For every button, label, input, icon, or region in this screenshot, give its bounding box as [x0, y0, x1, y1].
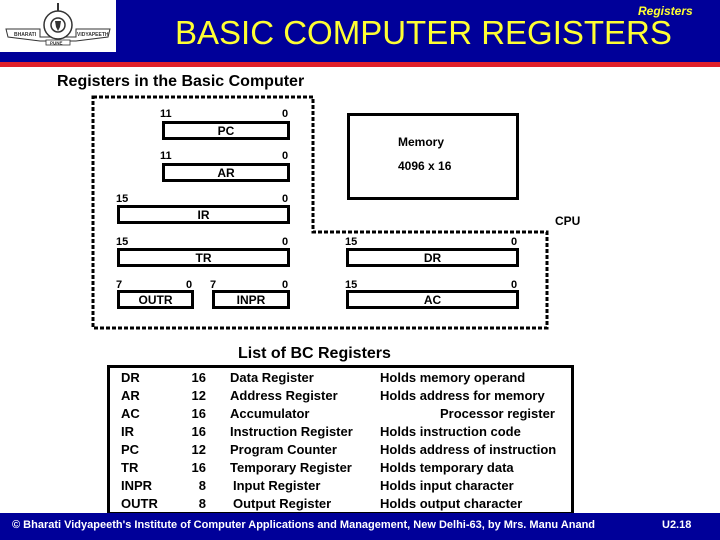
institute-logo: BHARATI VIDYAPEETH PUNE: [0, 0, 116, 52]
ir-low-bit: 0: [282, 193, 289, 205]
register-bits: 8: [198, 496, 206, 511]
register-description: Holds temporary data: [380, 460, 514, 475]
register-bits: 16: [191, 406, 206, 421]
footer-bar: © Bharati Vidyapeeth's Institute of Comp…: [0, 513, 720, 540]
register-outr: OUTR: [117, 290, 194, 309]
register-full-name: Data Register: [230, 370, 314, 385]
svg-text:PUNE: PUNE: [50, 41, 63, 46]
pc-high-bit: 11: [160, 108, 172, 120]
pc-low-bit: 0: [282, 108, 289, 120]
section-tag: Registers: [638, 4, 693, 18]
register-dr: DR: [346, 248, 519, 267]
register-description: Processor register: [440, 406, 555, 421]
register-bits: 12: [191, 388, 206, 403]
table-row: IR 16 Instruction Register Holds instruc…: [110, 424, 571, 442]
register-name: DR: [121, 370, 140, 385]
logo-emblem-icon: BHARATI VIDYAPEETH PUNE: [5, 3, 111, 46]
register-full-name: Instruction Register: [230, 424, 353, 439]
register-full-name: Accumulator: [230, 406, 310, 421]
register-bits: 16: [191, 370, 206, 385]
list-title: List of BC Registers: [238, 345, 391, 362]
register-name: PC: [121, 442, 140, 457]
ir-high-bit: 15: [116, 193, 129, 205]
register-description: Holds address for memory: [380, 388, 545, 403]
register-description: Holds memory operand: [380, 370, 526, 385]
register-name: IR: [121, 424, 134, 439]
register-pc: PC: [162, 121, 290, 140]
register-description: Holds instruction code: [380, 424, 521, 439]
memory-box: [347, 113, 519, 200]
table-row: TR 16 Temporary Register Holds temporary…: [110, 460, 571, 478]
table-row: INPR 8 Input Register Holds input charac…: [110, 478, 571, 496]
memory-label: Memory: [398, 135, 445, 149]
register-full-name: Output Register: [233, 496, 332, 511]
tr-high-bit: 15: [116, 236, 129, 248]
register-full-name: Temporary Register: [230, 460, 352, 475]
ar-high-bit: 11: [160, 150, 172, 162]
register-name: INPR: [121, 478, 153, 493]
register-name: TR: [121, 460, 139, 475]
register-list-table: DR 16 Data Register Holds memory operand…: [107, 365, 574, 515]
slide-number: U2.18: [662, 519, 692, 531]
footer-copyright: © Bharati Vidyapeeth's Institute of Comp…: [12, 519, 596, 531]
header-red-stripe: [0, 62, 720, 67]
register-inpr: INPR: [212, 290, 290, 309]
register-name: AC: [121, 406, 140, 421]
memory-size: 4096 x 16: [398, 159, 452, 173]
slide-title: BASIC COMPUTER REGISTERS: [175, 14, 672, 51]
svg-text:VIDYAPEETH: VIDYAPEETH: [77, 32, 109, 38]
register-ac: AC: [346, 290, 519, 309]
table-row: PC 12 Program Counter Holds address of i…: [110, 442, 571, 460]
table-row: AR 12 Address Register Holds address for…: [110, 388, 571, 406]
dr-low-bit: 0: [511, 236, 518, 248]
register-description: Holds input character: [380, 478, 514, 493]
register-bits: 8: [198, 478, 206, 493]
cpu-label: CPU: [555, 214, 581, 228]
register-ar: AR: [162, 163, 290, 182]
register-name: OUTR: [121, 496, 158, 511]
table-row: OUTR 8 Output Register Holds output char…: [110, 496, 571, 514]
register-name: AR: [121, 388, 140, 403]
register-description: Holds output character: [380, 496, 523, 511]
tr-low-bit: 0: [282, 236, 289, 248]
dr-high-bit: 15: [345, 236, 358, 248]
ar-low-bit: 0: [282, 150, 289, 162]
table-row: DR 16 Data Register Holds memory operand: [110, 370, 571, 388]
register-full-name: Input Register: [233, 478, 321, 493]
register-ir: IR: [117, 205, 290, 224]
register-full-name: Program Counter: [230, 442, 337, 457]
register-tr: TR: [117, 248, 290, 267]
register-bits: 16: [191, 424, 206, 439]
svg-text:BHARATI: BHARATI: [14, 32, 37, 38]
register-description: Holds address of instruction: [380, 442, 557, 457]
register-bits: 16: [191, 460, 206, 475]
register-bits: 12: [191, 442, 206, 457]
diagram-subtitle: Registers in the Basic Computer: [57, 73, 305, 90]
table-row: AC 16 Accumulator Processor register: [110, 406, 571, 424]
register-full-name: Address Register: [230, 388, 338, 403]
